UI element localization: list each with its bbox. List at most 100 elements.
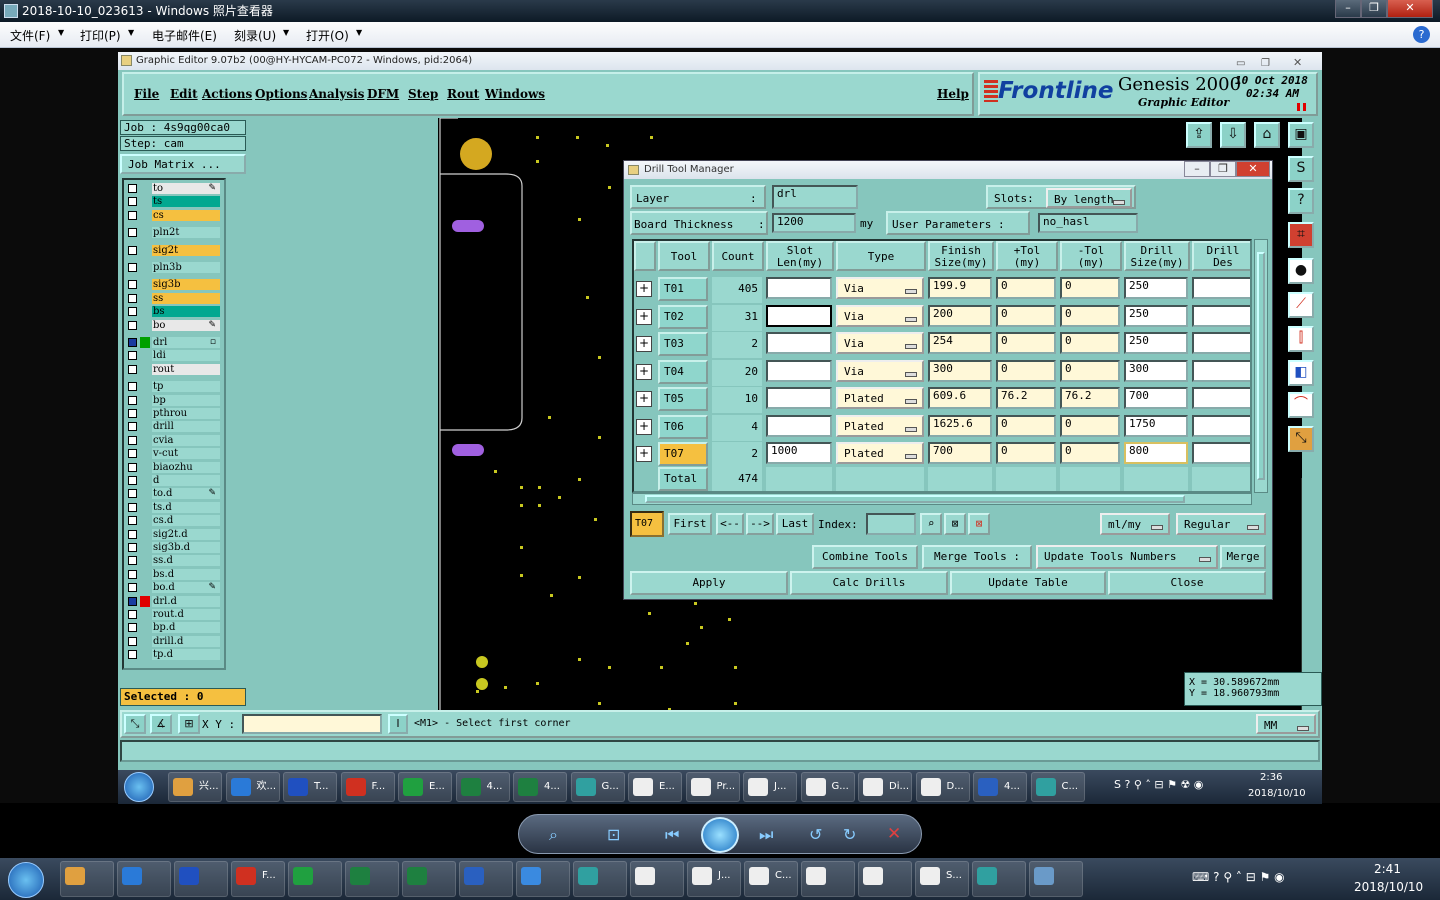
type-select[interactable]: Via [836,359,924,382]
layer-row-bo[interactable]: bo ✎ [124,319,222,332]
minimize-button[interactable]: – [1335,0,1361,18]
expand-icon[interactable]: + [636,308,652,325]
layer-row-drl[interactable]: drl ▫ [124,337,222,349]
ptol-input[interactable]: 0 [996,442,1056,464]
command-line[interactable] [120,740,1320,762]
index-input[interactable] [866,513,916,535]
drill-input[interactable]: 800 [1124,442,1188,464]
delete-icon[interactable]: ⊠ [968,513,990,535]
ntol-input[interactable]: 0 [1060,442,1120,464]
fit-icon[interactable]: ⊡ [607,825,620,844]
ntol-input[interactable]: 0 [1060,359,1120,382]
taskbar-app-button[interactable]: 4... [973,772,1027,802]
slot-input[interactable] [766,332,832,354]
table-row[interactable]: + T04 20 Via 300 0 0 300 [634,358,1250,386]
taskbar-app-button[interactable]: G... [570,772,625,802]
tool-id-button[interactable]: T04 [658,359,708,384]
type-select[interactable]: Plated [836,414,924,437]
layer-checkbox[interactable] [128,228,137,238]
user-params-input[interactable]: no_hasl [1038,213,1138,233]
update-table-button[interactable]: Update Table [950,571,1106,595]
tool-id-button[interactable]: T02 [658,304,708,329]
layer-row-pthrou[interactable]: pthrou [124,408,222,420]
taskbar-app-button[interactable] [402,861,456,897]
merge-button[interactable]: Merge [1220,545,1266,569]
expand-icon[interactable]: + [636,391,652,407]
layer-row-ss[interactable]: ss [124,292,222,305]
layer-checkbox[interactable] [128,293,137,303]
layer-checkbox[interactable] [128,382,137,392]
taskbar-app-button[interactable]: J... [743,772,797,802]
layer-row-rout.d[interactable]: rout.d [124,609,222,621]
taskbar-app-button[interactable]: F... [231,861,285,897]
start-button[interactable] [8,862,44,898]
ntol-input[interactable]: 76.2 [1060,387,1120,409]
ptol-input[interactable]: 0 [996,332,1056,354]
layer-checkbox[interactable] [128,529,137,539]
layer-row-sig3b.d[interactable]: sig3b.d [124,542,222,554]
layer-row-tp[interactable]: tp [124,381,222,393]
layer-row-bs[interactable]: bs [124,306,222,318]
layer-row-drl.d[interactable]: drl.d [124,595,222,608]
layer-checkbox[interactable] [128,263,137,272]
layer-row-biaozhu[interactable]: biaozhu [124,461,222,474]
taskbar-app-button[interactable] [630,861,684,897]
drill-input[interactable]: 250 [1124,332,1188,354]
taskbar-app-button[interactable]: G... [800,772,855,802]
next-icon[interactable]: ⏭ [759,825,773,845]
xy-input[interactable] [242,714,382,734]
menu-edit[interactable]: Edit [170,87,198,101]
layer-row-bs.d[interactable]: bs.d [124,568,222,581]
finish-input[interactable]: 200 [928,304,992,327]
arc-icon[interactable]: ⌒ [1288,392,1314,418]
table-row[interactable]: + T05 10 Plated 609.6 76.2 76.2 700 [634,385,1250,413]
menu-dfm[interactable]: DFM [367,87,399,101]
expand-icon[interactable]: + [636,363,652,380]
restore-icon[interactable]: ❐ [1261,55,1270,73]
thickness-input[interactable]: 1200 [772,213,856,233]
grid-icon[interactable]: ⊞ [178,714,200,734]
menu-step[interactable]: Step [408,87,438,101]
menu-options[interactable]: Options [255,87,307,101]
open-icon[interactable]: ⇪ [1186,122,1212,148]
type-select[interactable]: Plated [836,387,924,409]
last-button[interactable]: Last [776,513,814,535]
close-icon[interactable]: ✕ [1293,54,1302,72]
ptol-input[interactable]: 0 [996,359,1056,382]
taskbar-app-button[interactable]: T... [283,772,337,802]
taskbar-app-button[interactable] [573,861,627,897]
layer-checkbox[interactable] [128,435,137,445]
route-icon[interactable]: ⫿ [1288,326,1314,352]
help-icon[interactable]: ? [1413,26,1430,43]
taskbar-app-button[interactable]: D... [915,772,970,802]
menu-analysis[interactable]: Analysis [309,87,364,101]
ptol-input[interactable]: 76.2 [996,387,1056,409]
taskbar-app-button[interactable] [1029,861,1083,897]
ntol-input[interactable]: 0 [1060,304,1120,327]
drill-input[interactable]: 300 [1124,359,1188,382]
layer-row-sig3b[interactable]: sig3b [124,279,222,291]
taskbar-app-button[interactable]: J... [687,861,741,897]
layer-row-ldi[interactable]: ldi [124,350,222,362]
layer-row-to[interactable]: to ✎ [124,183,222,195]
tool-id-button[interactable]: T05 [658,387,708,411]
next-button[interactable]: --> [746,513,774,535]
slots-select[interactable]: By length [1046,188,1132,208]
menu-rout[interactable]: Rout [447,87,479,101]
table-row[interactable]: + T01 405 Via 199.9 0 0 250 [634,275,1250,303]
taskbar-app-button[interactable] [516,861,570,897]
taskbar-app-button[interactable]: C... [744,861,798,897]
search-icon[interactable]: ⌕ [920,513,942,535]
layer-checkbox[interactable] [128,596,137,606]
tool-id-button[interactable]: T06 [658,414,708,439]
rotate-right-icon[interactable]: ↻ [843,825,856,844]
finish-input[interactable]: 199.9 [928,277,992,299]
close-button[interactable]: ✕ [1236,161,1270,177]
layer-checkbox[interactable] [128,449,137,459]
taskbar-app-button[interactable] [117,861,171,897]
units-select[interactable]: MM [1256,714,1316,734]
layer-row-bp.d[interactable]: bp.d [124,622,222,634]
combine-tools-button[interactable]: Combine Tools [812,545,918,569]
rotate-left-icon[interactable]: ↺ [809,825,822,844]
pad-icon[interactable]: ● [1288,258,1314,284]
